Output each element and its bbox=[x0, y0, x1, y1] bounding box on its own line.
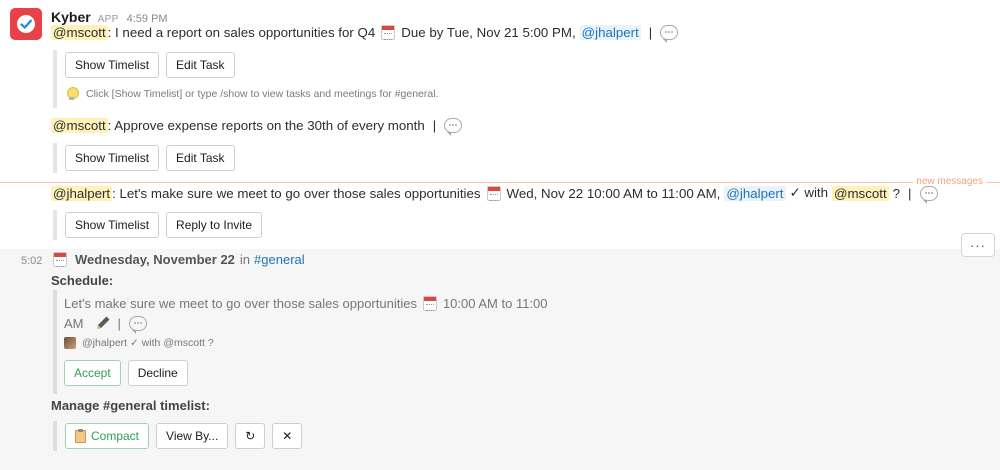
meeting-text: : Let's make sure we meet to go over tho… bbox=[112, 185, 481, 201]
separator: | bbox=[432, 118, 437, 133]
close-icon[interactable]: ✕ bbox=[272, 423, 303, 449]
schedule-item-cont: AM | bbox=[64, 314, 147, 334]
refresh-icon[interactable]: ↻ bbox=[235, 423, 266, 449]
meeting-actions: Show Timelist Reply to Invite bbox=[65, 212, 269, 238]
invite-actions: Accept Decline bbox=[64, 360, 195, 386]
comment-icon[interactable] bbox=[660, 25, 679, 43]
edit-task-button[interactable]: Edit Task bbox=[166, 145, 235, 171]
reply-to-invite-button[interactable]: Reply to Invite bbox=[166, 212, 263, 238]
calendar-icon bbox=[381, 25, 396, 40]
timelist-date: Wednesday, November 22 bbox=[75, 252, 235, 267]
calendar-icon bbox=[422, 296, 437, 311]
meeting-message: @jhalpert : Let's make sure we meet to g… bbox=[51, 185, 938, 204]
mention-attendee[interactable]: @mscott bbox=[831, 185, 889, 201]
manage-attachment bbox=[53, 421, 57, 451]
in-label: in bbox=[239, 252, 251, 267]
show-timelist-button[interactable]: Show Timelist bbox=[65, 52, 160, 78]
task-1-actions: Show Timelist Edit Task bbox=[65, 52, 242, 78]
kyber-app-avatar[interactable] bbox=[10, 8, 42, 40]
edit-task-button[interactable]: Edit Task bbox=[166, 52, 235, 78]
mention-organizer[interactable]: @jhalpert bbox=[51, 185, 113, 201]
schedule-attachment bbox=[53, 290, 57, 394]
comment-icon[interactable] bbox=[919, 185, 938, 204]
calendar-icon bbox=[486, 185, 501, 201]
accept-button[interactable]: Accept bbox=[64, 360, 121, 386]
task-due: Due by Tue, Nov 21 5:00 PM, bbox=[401, 25, 576, 40]
channel-link[interactable]: #general bbox=[254, 252, 305, 267]
separator: | bbox=[908, 185, 912, 201]
schedule-label: Schedule: bbox=[51, 273, 114, 288]
task-2-attachment bbox=[53, 143, 57, 173]
mention-attendee[interactable]: @jhalpert bbox=[724, 185, 786, 201]
clipboard-icon bbox=[75, 428, 86, 443]
avatar bbox=[64, 337, 76, 349]
new-messages-divider bbox=[0, 182, 1000, 183]
compact-label: Compact bbox=[91, 429, 140, 443]
mention-assignee[interactable]: @mscott bbox=[51, 118, 108, 133]
task-message-2: @mscott : Approve expense reports on the… bbox=[51, 118, 463, 136]
mention-assignee[interactable]: @mscott bbox=[51, 25, 108, 40]
message-header: Kyber APP 4:59 PM bbox=[51, 9, 168, 25]
meeting-when: Wed, Nov 22 10:00 AM to 11:00 AM, bbox=[506, 185, 721, 201]
schedule-attendees: @jhalpert ✓ with @mscott ? bbox=[64, 337, 214, 349]
timelist-date-line: Wednesday, November 22 in #general bbox=[51, 252, 305, 267]
sender-name[interactable]: Kyber bbox=[51, 9, 91, 25]
schedule-item: Let's make sure we meet to go over those… bbox=[64, 296, 548, 311]
manage-actions: Compact View By... ↻ ✕ bbox=[65, 423, 309, 449]
separator: | bbox=[648, 25, 653, 40]
rsvp-status: ? bbox=[892, 185, 901, 201]
hint-text: Click [Show Timelist] or type /show to v… bbox=[86, 88, 439, 100]
task-text: : Approve expense reports on the 30th of… bbox=[107, 118, 425, 133]
task-message-1: @mscott : I need a report on sales oppor… bbox=[51, 25, 679, 43]
app-badge: APP bbox=[97, 14, 119, 25]
hint-text-row: Click [Show Timelist] or type /show to v… bbox=[66, 87, 438, 101]
attendee-check: ✓ with bbox=[789, 185, 828, 200]
schedule-item-time: 10:00 AM to 11:00 bbox=[442, 296, 548, 311]
decline-button[interactable]: Decline bbox=[127, 360, 188, 386]
show-timelist-button[interactable]: Show Timelist bbox=[65, 145, 160, 171]
show-timelist-button[interactable]: Show Timelist bbox=[65, 212, 160, 238]
more-icon[interactable]: ··· bbox=[961, 233, 995, 257]
lightbulb-icon bbox=[66, 87, 79, 101]
schedule-item-time-cont: AM bbox=[64, 315, 84, 331]
kyber-logo-icon bbox=[17, 15, 35, 33]
message-timestamp[interactable]: 5:02 bbox=[21, 255, 42, 267]
comment-icon[interactable] bbox=[444, 118, 463, 136]
task-1-attachment bbox=[53, 50, 57, 108]
comment-icon[interactable] bbox=[128, 315, 147, 334]
compact-button[interactable]: Compact bbox=[65, 423, 150, 449]
schedule-item-text: Let's make sure we meet to go over those… bbox=[64, 296, 417, 311]
task-text: : I need a report on sales opportunities… bbox=[107, 25, 376, 40]
manage-timelist-label: Manage #general timelist: bbox=[51, 398, 210, 413]
view-by-button[interactable]: View By... bbox=[156, 423, 229, 449]
calendar-icon bbox=[53, 252, 67, 267]
mention-creator[interactable]: @jhalpert bbox=[579, 25, 641, 40]
pencil-icon[interactable] bbox=[94, 314, 112, 332]
message-timestamp[interactable]: 4:59 PM bbox=[127, 13, 168, 25]
meeting-attachment bbox=[53, 210, 57, 240]
schedule-attendees-text: @jhalpert ✓ with @mscott ? bbox=[82, 337, 214, 349]
task-2-actions: Show Timelist Edit Task bbox=[65, 145, 242, 171]
separator: | bbox=[117, 315, 121, 331]
